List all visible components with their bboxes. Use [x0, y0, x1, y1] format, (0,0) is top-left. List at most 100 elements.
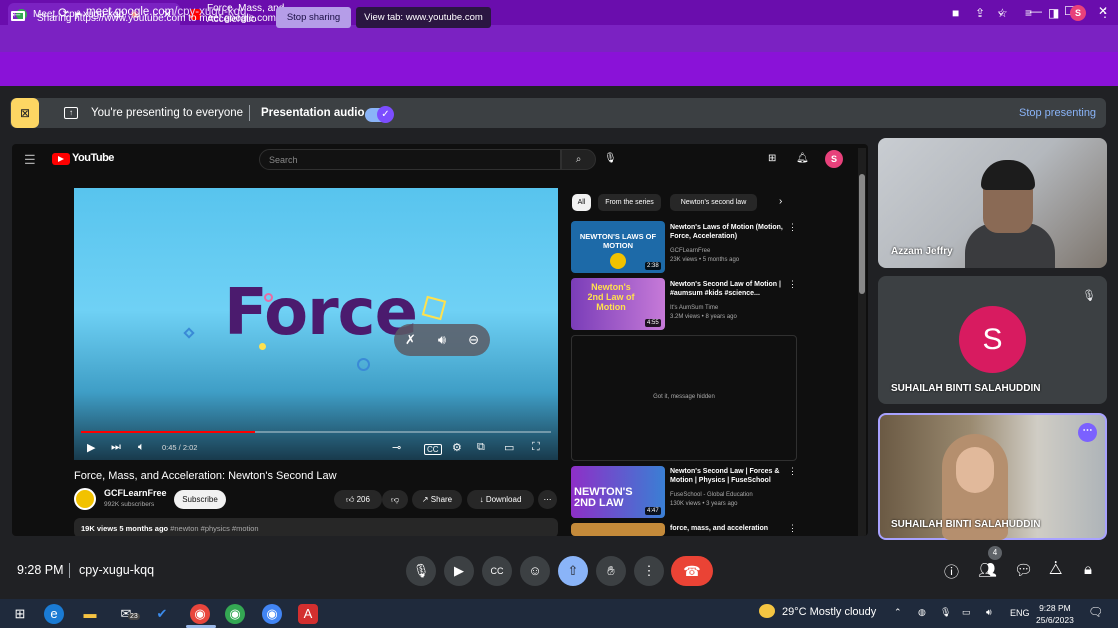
rec-thumbnail[interactable]: Newton's 2nd Law of Motion 4:55 [571, 278, 665, 330]
rec-title[interactable]: Newton's Second Law of Motion | #aumsum … [670, 280, 790, 298]
minus-circle-icon[interactable]: ⊖ [468, 332, 479, 348]
miniplayer-icon[interactable]: ⧉ [477, 441, 485, 454]
chrome-profile-icon[interactable]: ◉ [190, 604, 210, 624]
chip-all[interactable]: All [572, 194, 591, 211]
pdf-reader-icon[interactable]: A [298, 604, 318, 624]
fullscreen-icon[interactable]: ⛶ [532, 441, 540, 454]
side-panel-icon[interactable]: ◨ [1048, 6, 1059, 20]
present-button[interactable]: ⇧ [558, 556, 588, 586]
chat-icon[interactable]: 💬︎ [1014, 561, 1033, 579]
yt-avatar[interactable]: S [825, 150, 843, 168]
rec-thumbnail[interactable] [571, 523, 665, 536]
search-icon[interactable]: ⌕ [561, 149, 596, 170]
rec-title[interactable]: Newton's Second Law | Forces & Motion | … [670, 467, 790, 485]
subscribe-button[interactable]: Subscribe [174, 490, 226, 509]
scrollbar-thumb[interactable] [859, 174, 865, 294]
raise-hand-button[interactable]: ✋︎ [596, 556, 626, 586]
rec-more-icon[interactable]: ⋮ [788, 523, 797, 534]
activities-icon[interactable]: ⧊ [1049, 561, 1062, 578]
microphone-icon: 🎙︎ [412, 563, 430, 578]
participant-name: SUHAILAH BINTI SALAHUDDIN [891, 383, 1041, 394]
more-options-button[interactable]: ⋮ [634, 556, 664, 586]
chrome-alt-icon[interactable]: ◉ [262, 604, 282, 624]
rec-more-icon[interactable]: ⋮ [788, 222, 797, 233]
clock-date: 25/6/2023 [1036, 615, 1074, 625]
volume-tray-icon[interactable]: 🔊︎ [986, 607, 992, 618]
like-button[interactable]: 👍︎ 206 [334, 490, 382, 509]
hide-presentation-icon[interactable]: ⊠ [11, 98, 39, 128]
stop-sharing-button[interactable]: Stop sharing [276, 7, 351, 28]
chevron-right-icon[interactable]: › [779, 196, 782, 207]
host-controls-icon[interactable]: 🔒︎ [1084, 561, 1092, 578]
language-indicator[interactable]: ENG [1010, 608, 1030, 618]
create-icon[interactable]: ⊞ [768, 153, 776, 164]
chip-from-series[interactable]: From the series [598, 194, 661, 211]
present-screen-icon: ↑ [64, 107, 78, 119]
download-button[interactable]: ↓ Download [467, 490, 534, 509]
channel-avatar[interactable] [74, 488, 96, 510]
theater-mode-icon[interactable]: ▭ [504, 441, 514, 454]
sharing-info-bar [0, 52, 1118, 86]
media-control-icon[interactable]: ≡ [1025, 6, 1032, 20]
meet-overlay-controls[interactable]: ✗ 🔊︎ ⊖ [394, 324, 490, 356]
rec-channel[interactable]: FuseSchool - Global Education [670, 492, 753, 498]
next-icon[interactable]: ⏭︎ [111, 441, 121, 454]
settings-gear-icon[interactable]: ⚙ [452, 441, 462, 454]
rec-thumbnail[interactable]: NEWTON'S 2ND LAW 4:47 [571, 466, 665, 518]
todo-icon[interactable]: ✔ [152, 604, 172, 624]
windows-start-icon[interactable]: ⊞ [10, 604, 30, 624]
leave-call-button[interactable]: ☎︎ [671, 556, 713, 586]
stop-presenting-button[interactable]: Stop presenting [1019, 107, 1096, 119]
more-actions-icon[interactable]: ⋯ [538, 490, 557, 509]
rec-title[interactable]: force, mass, and acceleration [670, 524, 790, 533]
view-tab-button[interactable]: View tab: www.youtube.com [356, 7, 491, 28]
show-hidden-icons[interactable]: ⌃ [894, 607, 902, 618]
rec-channel[interactable]: It's AumSum Time [670, 305, 718, 311]
menu-kebab-icon[interactable]: ⋮ [1099, 6, 1111, 20]
captions-button[interactable]: CC [482, 556, 512, 586]
profile-avatar[interactable]: S [1070, 5, 1086, 21]
reactions-button[interactable]: ☺ [520, 556, 550, 586]
volume-icon[interactable]: 🔊︎ [438, 332, 446, 348]
autoplay-toggle-icon[interactable]: ⊸ [392, 441, 401, 454]
rec-more-icon[interactable]: ⋮ [788, 279, 797, 290]
system-clock[interactable]: 9:28 PM 25/6/2023 [1036, 602, 1074, 626]
microphone-button[interactable]: 🎙︎ [406, 556, 436, 586]
channel-name[interactable]: GCFLearnFree [104, 488, 167, 498]
rec-title[interactable]: Newton's Laws of Motion (Motion, Force, … [670, 223, 790, 241]
mute-mic-icon[interactable]: ✗ [405, 332, 416, 348]
notifications-icon[interactable]: 🗨︎ [1088, 605, 1103, 619]
voice-search-icon[interactable]: 🎙︎ [604, 153, 617, 164]
chrome-icon[interactable]: ◉ [225, 604, 245, 624]
file-explorer-icon[interactable]: ▬ [80, 604, 100, 624]
play-icon[interactable]: ▶ [87, 441, 95, 454]
captions-icon[interactable]: CC [424, 444, 442, 455]
hamburger-menu-icon[interactable]: ☰ [24, 152, 36, 168]
more-options-icon[interactable]: ⋯ [1078, 423, 1097, 442]
yt-search-input[interactable]: Search [259, 149, 561, 170]
people-icon[interactable]: 👥︎ [978, 561, 997, 579]
bookmark-star-icon[interactable]: ☆ [997, 6, 1008, 20]
battery-icon[interactable]: ▭ [962, 607, 971, 618]
description-box[interactable]: 19K views 5 months ago #newton #physics … [74, 518, 558, 536]
share-button[interactable]: ↗ Share [412, 490, 462, 509]
video-slide-word: Force [224, 276, 418, 350]
chip-newtons-second-law[interactable]: Newton's second law [670, 194, 757, 211]
toggle-check-icon[interactable]: ✓ [377, 106, 394, 123]
meeting-info-icon[interactable]: ⓘ [944, 561, 959, 582]
edge-browser-icon[interactable]: e [44, 604, 64, 624]
participant-name: SUHAILAH BINTI SALAHUDDIN [891, 519, 1041, 530]
rec-thumbnail[interactable]: NEWTON'S LAWS OF MOTION 2:38 [571, 221, 665, 273]
dislike-button[interactable]: 👎︎ [382, 490, 408, 509]
notifications-bell-icon[interactable]: 🔔︎ [796, 153, 809, 164]
volume-icon[interactable]: 🔈︎ [138, 441, 145, 454]
wifi-icon[interactable]: ◍ [918, 607, 926, 618]
video-player[interactable]: Force ✗ 🔊︎ ⊖ ▶ ⏭︎ 🔈︎ 0:45 / 2:02 ⊸ CC ⚙ … [74, 188, 558, 460]
share-page-icon[interactable]: ⇪ [975, 6, 985, 20]
camera-button[interactable]: ▶︎ [444, 556, 474, 586]
rec-more-icon[interactable]: ⋮ [788, 466, 797, 477]
camera-in-use-icon[interactable]: ■ [952, 6, 959, 20]
mic-tray-icon[interactable]: 🎙︎ [940, 607, 951, 618]
weather-text[interactable]: 29°C Mostly cloudy [782, 606, 876, 618]
rec-channel[interactable]: GCFLearnFree [670, 248, 710, 254]
